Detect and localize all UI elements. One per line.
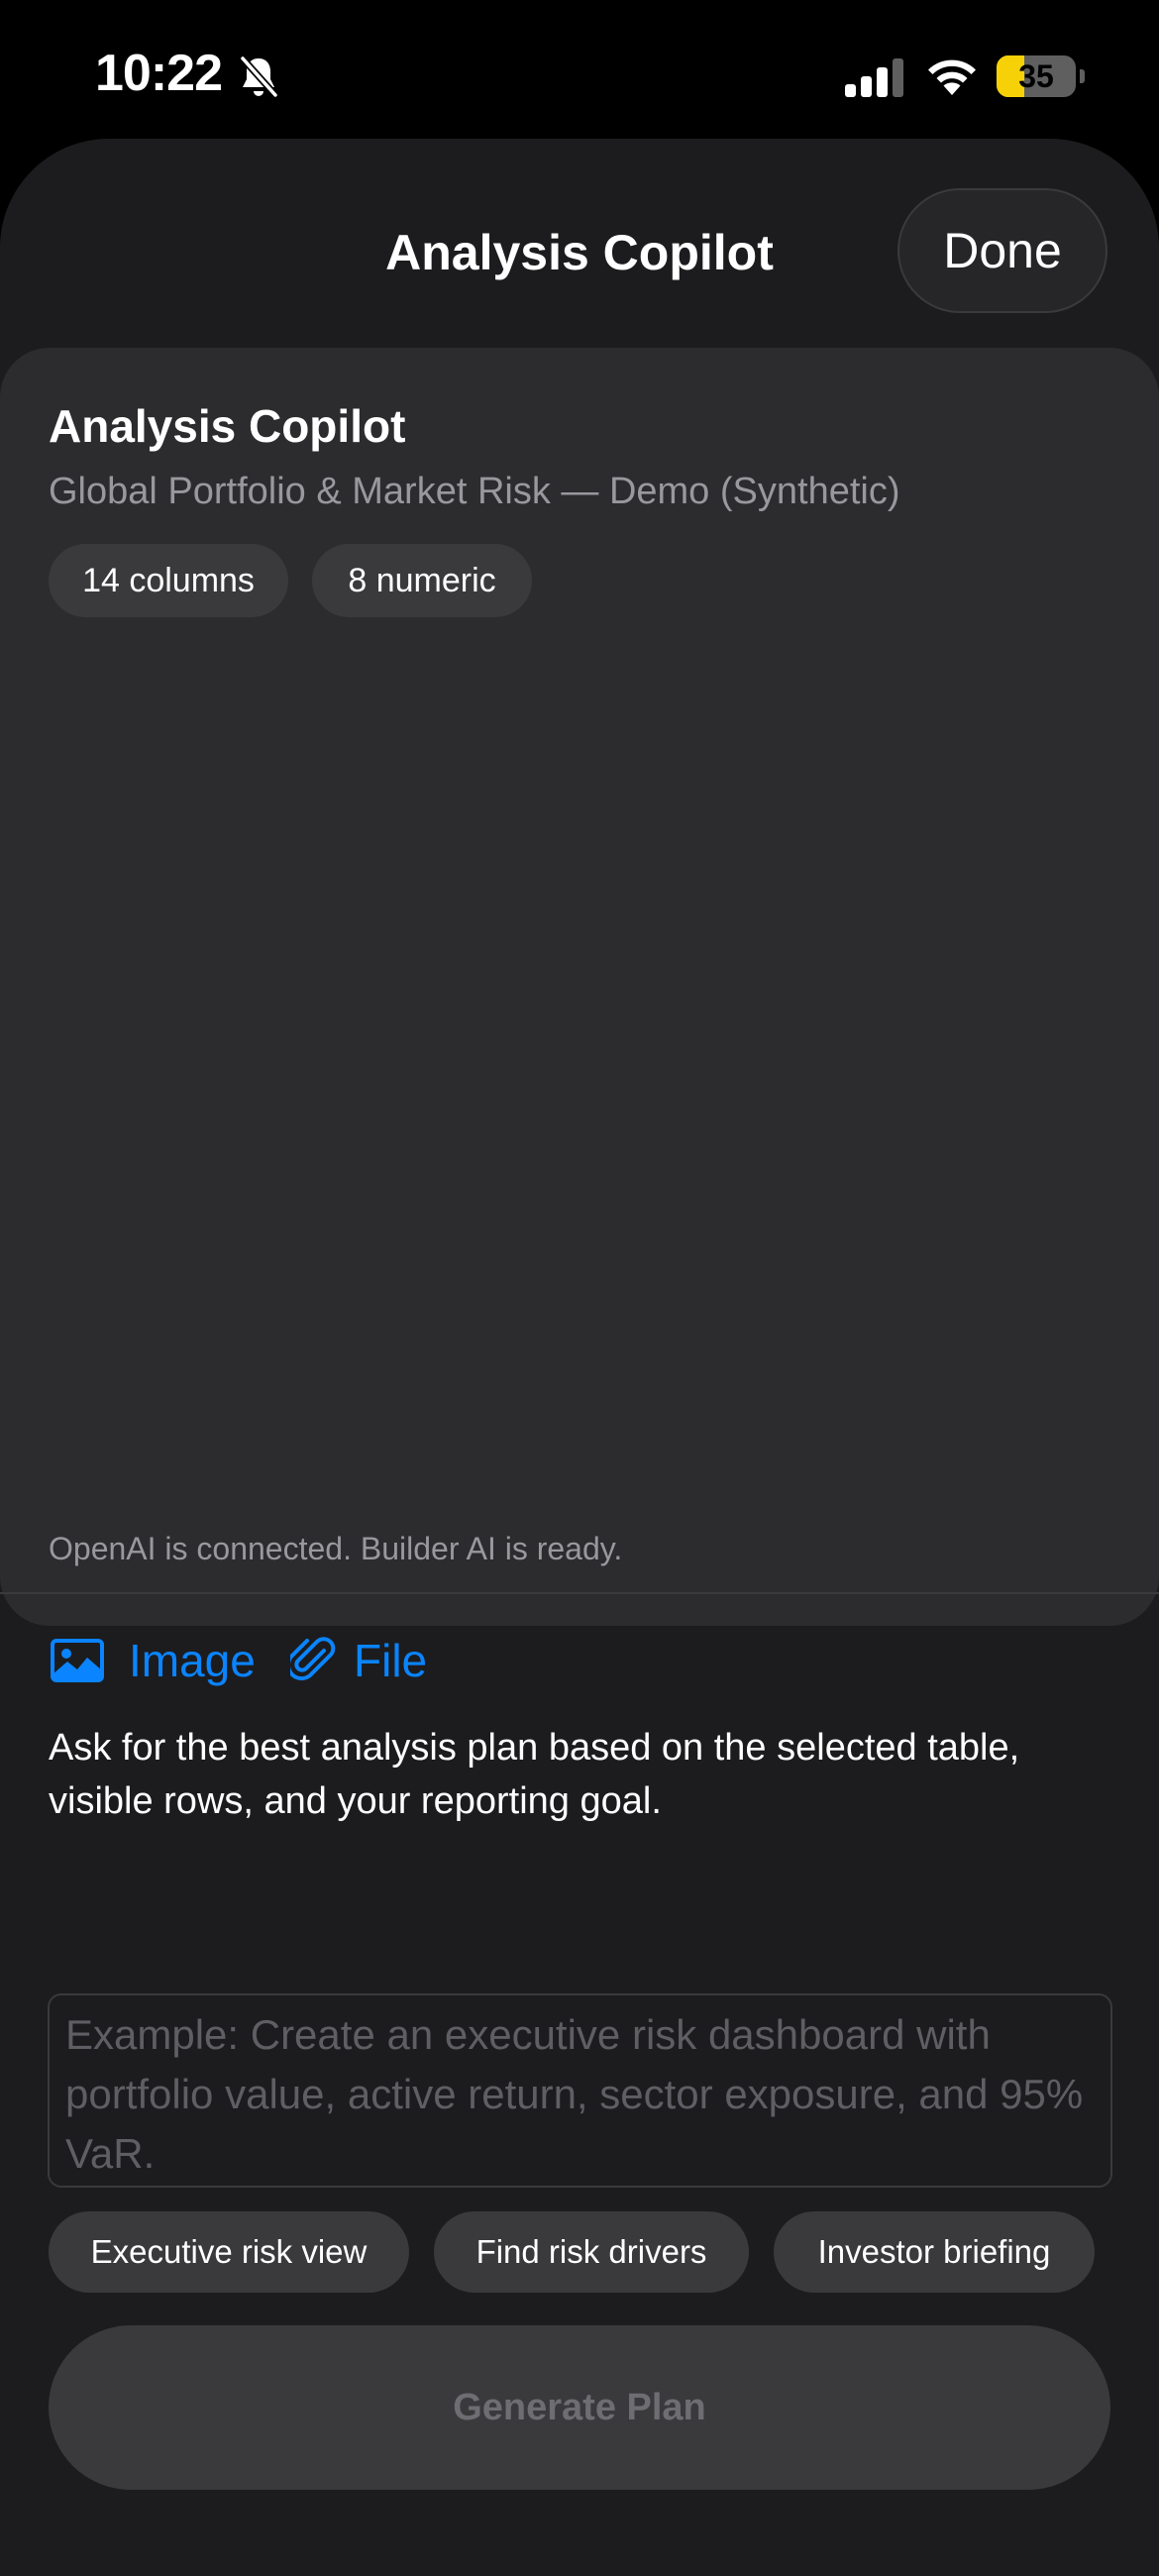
suggestion-executive-risk-view[interactable]: Executive risk view <box>49 2211 409 2293</box>
card-title: Analysis Copilot <box>49 400 406 452</box>
copilot-card: Analysis Copilot Global Portfolio & Mark… <box>0 348 1159 2490</box>
numeric-count-chip: 8 numeric <box>312 544 532 617</box>
done-button[interactable]: Done <box>897 188 1107 313</box>
attach-image-button[interactable]: Image <box>50 1631 256 1690</box>
battery-icon: 35 <box>997 55 1085 97</box>
battery-level: 35 <box>1018 58 1054 94</box>
photo-icon <box>51 1639 104 1682</box>
columns-count-chip: 14 columns <box>49 544 288 617</box>
wifi-icon <box>928 59 976 95</box>
divider <box>0 1592 1159 1594</box>
paperclip-icon <box>290 1637 336 1681</box>
attach-image-label: Image <box>129 1635 256 1686</box>
suggestion-investor-briefing[interactable]: Investor briefing <box>774 2211 1095 2293</box>
attach-file-label: File <box>354 1635 428 1686</box>
prompt-input[interactable] <box>48 1993 1112 2188</box>
status-bar: 10:22 35 <box>0 0 1159 139</box>
copilot-sheet: Analysis Copilot Done Analysis Copilot G… <box>0 139 1159 2576</box>
dataset-subtitle: Global Portfolio & Market Risk — Demo (S… <box>49 471 900 512</box>
generate-plan-button[interactable]: Generate Plan <box>49 2325 1110 2490</box>
prompt-help-text: Ask for the best analysis plan based on … <box>49 1727 1020 1822</box>
status-time: 10:22 <box>95 45 223 102</box>
cellular-signal-icon <box>845 58 903 97</box>
connection-status: OpenAI is connected. Builder AI is ready… <box>49 1531 623 1566</box>
bell-slash-icon <box>239 54 279 99</box>
suggestion-find-risk-drivers[interactable]: Find risk drivers <box>434 2211 749 2293</box>
attach-file-button[interactable]: File <box>290 1631 427 1690</box>
